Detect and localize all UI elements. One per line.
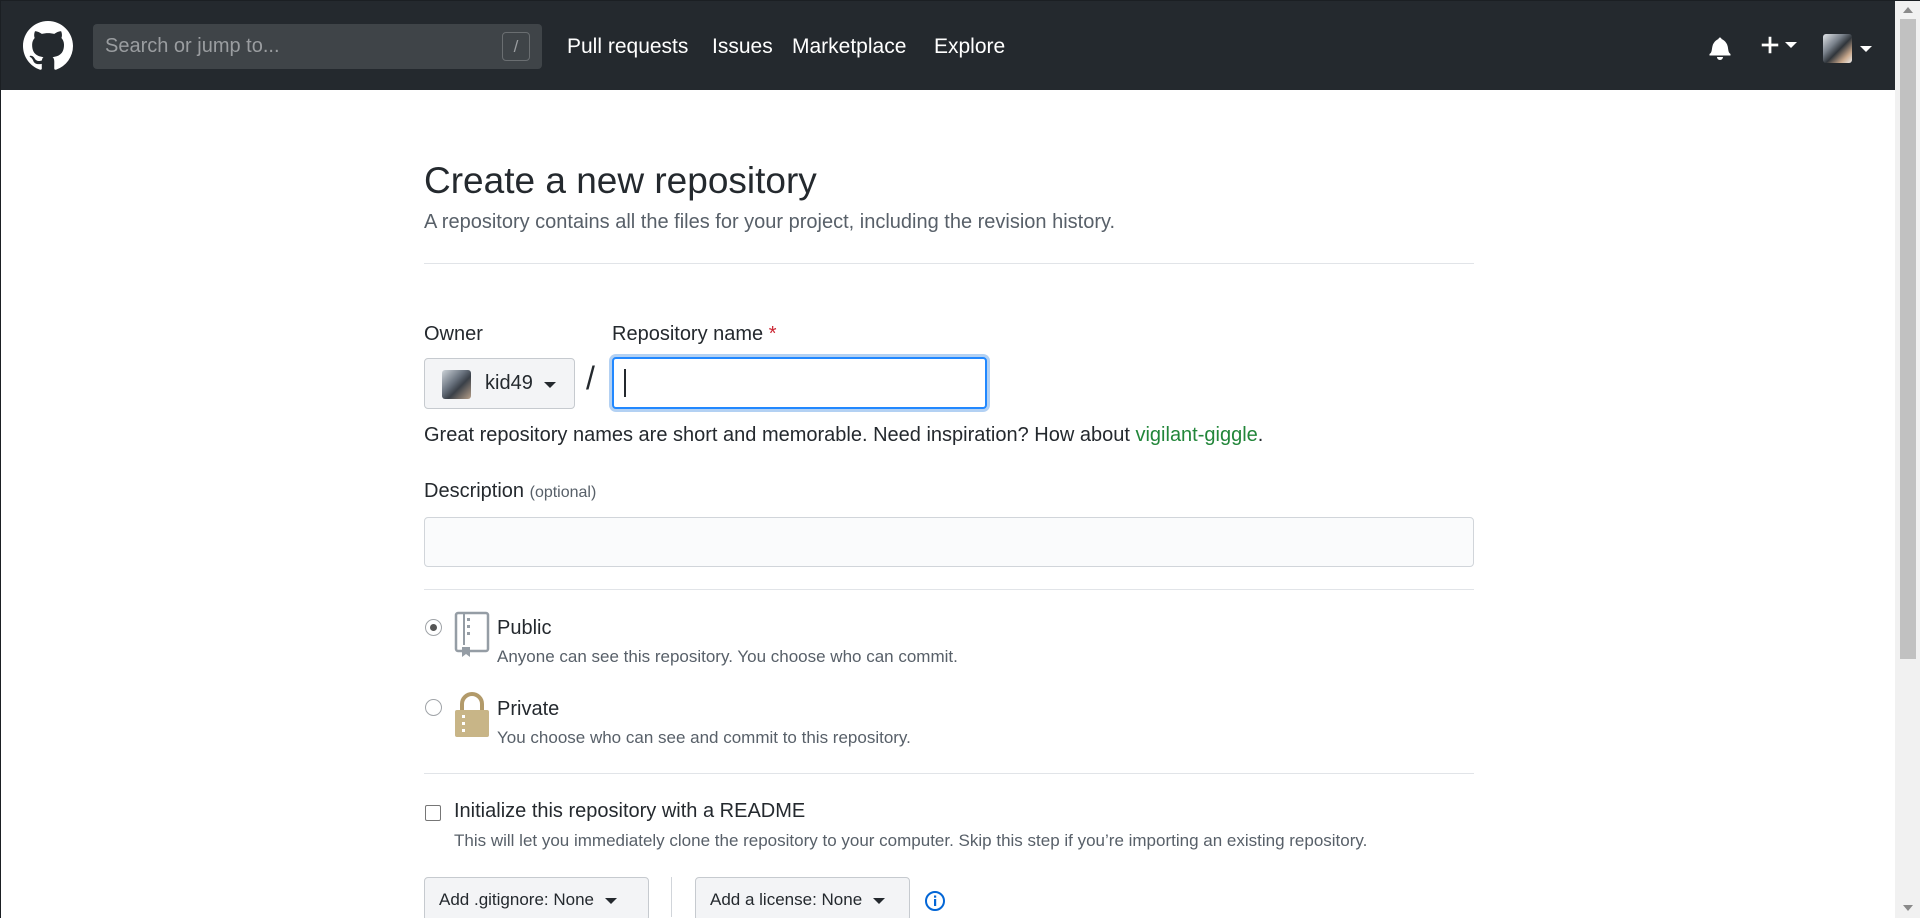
description-label: Description (optional) [424,480,596,503]
divider [424,773,1474,774]
text-cursor [624,369,626,397]
nav-explore[interactable]: Explore [934,35,1005,59]
visibility-public-radio[interactable] [425,619,442,636]
init-readme-desc: This will let you immediately clone the … [454,831,1368,850]
scroll-up-arrow-icon[interactable] [1903,7,1913,13]
init-readme-title: Initialize this repository with a README [454,800,806,822]
scroll-down-arrow-icon[interactable] [1903,905,1913,911]
page-scrollbar[interactable] [1895,1,1920,918]
license-label: Add a license: [710,890,817,909]
divider [424,589,1474,590]
scrollbar-thumb[interactable] [1900,19,1916,659]
chevron-down-icon [1860,45,1873,52]
license-value: None [821,890,863,909]
chevron-down-icon [1785,42,1798,48]
nav-marketplace[interactable]: Marketplace [792,35,906,59]
github-logo-icon[interactable] [23,21,73,71]
description-input[interactable] [424,517,1474,567]
avatar [442,370,471,399]
divider [424,263,1474,264]
page-title: Create a new repository [424,160,817,201]
owner-label: Owner [424,323,483,345]
search-shortcut-key: / [502,32,530,61]
global-search[interactable]: / [93,24,542,69]
page-subtitle: A repository contains all the files for … [424,211,1116,233]
chevron-down-icon [544,382,556,388]
description-label-text: Description [424,480,525,502]
optional-tag: (optional) [529,484,597,501]
search-input[interactable] [93,24,542,69]
required-marker: * [768,323,777,345]
chevron-down-icon [872,897,885,904]
plus-icon [1761,36,1779,54]
visibility-public-desc: Anyone can see this repository. You choo… [497,647,958,666]
add-gitignore-button[interactable]: Add .gitignore: None [424,877,649,918]
add-license-button[interactable]: Add a license: None [695,877,910,918]
gitignore-label: Add .gitignore: [439,890,549,909]
visibility-private-title: Private [497,698,560,720]
bell-icon[interactable] [1709,36,1731,60]
repo-name-hint: Great repository names are short and mem… [424,424,1263,447]
visibility-private-desc: You choose who can see and commit to thi… [497,728,911,747]
owner-name: kid49 [485,372,533,394]
repo-icon [454,611,490,657]
create-new-menu[interactable] [1759,34,1798,56]
visibility-private-radio[interactable] [425,699,442,716]
repo-name-label: Repository name * [612,323,777,346]
user-menu[interactable] [1823,34,1873,63]
owner-repo-separator: / [586,360,595,396]
avatar [1823,34,1852,63]
divider [671,877,672,917]
info-icon[interactable] [924,890,946,912]
repository-name-input[interactable] [612,357,987,409]
gitignore-value: None [553,890,595,909]
lock-icon [455,692,489,737]
nav-issues[interactable]: Issues [712,35,773,59]
nav-pull-requests[interactable]: Pull requests [567,35,688,59]
repo-name-label-text: Repository name [612,323,764,345]
hint-suffix: . [1257,424,1264,446]
global-header: / Pull requests Issues Marketplace Explo… [1,1,1895,90]
chevron-down-icon [604,897,617,904]
owner-select-button[interactable]: kid49 [424,358,575,409]
name-suggestion-link[interactable]: vigilant-giggle [1135,424,1257,446]
hint-text: Great repository names are short and mem… [424,424,1136,446]
browser-viewport: / Pull requests Issues Marketplace Explo… [0,0,1920,918]
visibility-public-title: Public [497,617,552,639]
init-readme-checkbox[interactable] [425,805,441,821]
